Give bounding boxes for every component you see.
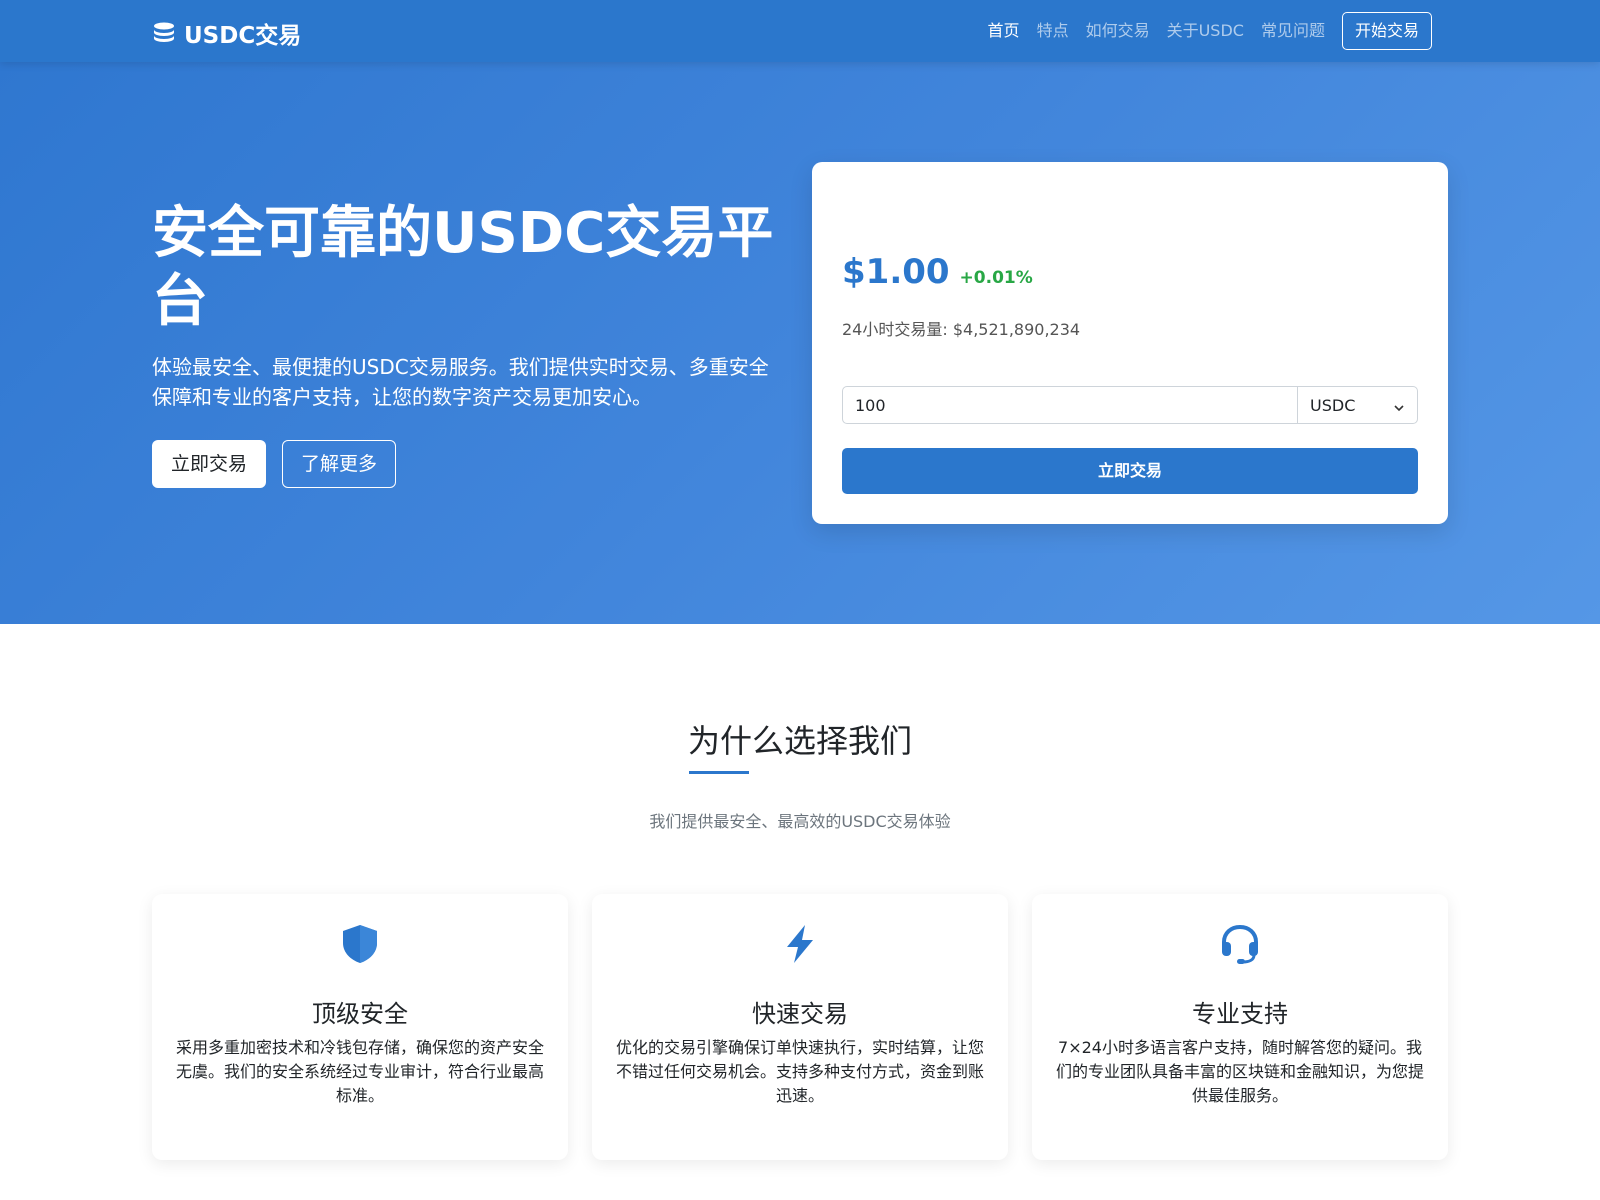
feature-title: 快速交易 bbox=[752, 1000, 848, 1028]
coins-icon bbox=[152, 21, 176, 45]
navbar: USDC交易 首页 特点 如何交易 关于USDC 常见问题 开始交易 bbox=[0, 0, 1600, 62]
features-subtitle: 我们提供最安全、最高效的USDC交易体验 bbox=[649, 812, 951, 831]
title-underline bbox=[689, 771, 749, 774]
price-row: $1.00 +0.01% bbox=[842, 252, 1033, 292]
feature-text: 优化的交易引擎确保订单快速执行，实时结算，让您不错过任何交易机会。支持多种支付方… bbox=[616, 1038, 985, 1105]
usdc-price: $1.00 bbox=[842, 252, 950, 292]
shield-icon bbox=[338, 922, 382, 966]
hero-section: 安全可靠的USDC交易平台 体验最安全、最便捷的USDC交易服务。我们提供实时交… bbox=[0, 62, 1600, 624]
trading-volume: 24小时交易量: $4,521,890,234 bbox=[842, 320, 1081, 339]
nav-how-to-trade[interactable]: 如何交易 bbox=[1086, 12, 1150, 50]
bolt-icon bbox=[778, 922, 822, 966]
brand[interactable]: USDC交易 bbox=[152, 16, 301, 50]
nav-features[interactable]: 特点 bbox=[1037, 12, 1069, 50]
features-title: 为什么选择我们 bbox=[687, 722, 912, 760]
trade-submit-button[interactable]: 立即交易 bbox=[842, 448, 1418, 494]
nav-home[interactable]: 首页 bbox=[988, 12, 1020, 50]
hero-title: 安全可靠的USDC交易平台 bbox=[152, 201, 774, 334]
feature-text: 采用多重加密技术和冷钱包存储，确保您的资产安全无虞。我们的安全系统经过专业审计，… bbox=[176, 1038, 545, 1105]
currency-value: USDC bbox=[1310, 395, 1356, 415]
feature-text: 7×24小时多语言客户支持，随时解答您的疑问。我们的专业团队具备丰富的区块链和金… bbox=[1056, 1038, 1425, 1105]
headset-icon bbox=[1218, 922, 1262, 966]
currency-select[interactable]: USDC bbox=[1297, 387, 1417, 423]
start-trading-button[interactable]: 开始交易 bbox=[1341, 12, 1432, 50]
learn-more-button[interactable]: 了解更多 bbox=[282, 440, 396, 488]
feature-title: 专业支持 bbox=[1192, 1000, 1288, 1028]
chevron-down-icon bbox=[1393, 399, 1405, 412]
amount-input-group: USDC bbox=[842, 386, 1418, 424]
feature-title: 顶级安全 bbox=[312, 1000, 408, 1028]
brand-name: USDC交易 bbox=[184, 23, 302, 49]
feature-card-support: 专业支持 7×24小时多语言客户支持，随时解答您的疑问。我们的专业团队具备丰富的… bbox=[1032, 894, 1448, 1160]
trade-card: $1.00 +0.01% 24小时交易量: $4,521,890,234 USD… bbox=[812, 162, 1448, 524]
nav-about-usdc[interactable]: 关于USDC bbox=[1167, 12, 1244, 50]
hero-description: 体验最安全、最便捷的USDC交易服务。我们提供实时交易、多重安全保障和专业的客户… bbox=[152, 355, 769, 409]
feature-card-speed: 快速交易 优化的交易引擎确保订单快速执行，实时结算，让您不错过任何交易机会。支持… bbox=[592, 894, 1008, 1160]
amount-input[interactable] bbox=[843, 387, 1297, 423]
nav-links: 首页 特点 如何交易 关于USDC 常见问题 开始交易 bbox=[971, 12, 1432, 50]
price-change: +0.01% bbox=[959, 268, 1033, 288]
feature-card-security: 顶级安全 采用多重加密技术和冷钱包存储，确保您的资产安全无虞。我们的安全系统经过… bbox=[152, 894, 568, 1160]
nav-faq[interactable]: 常见问题 bbox=[1261, 12, 1325, 50]
trade-now-button[interactable]: 立即交易 bbox=[152, 440, 266, 488]
